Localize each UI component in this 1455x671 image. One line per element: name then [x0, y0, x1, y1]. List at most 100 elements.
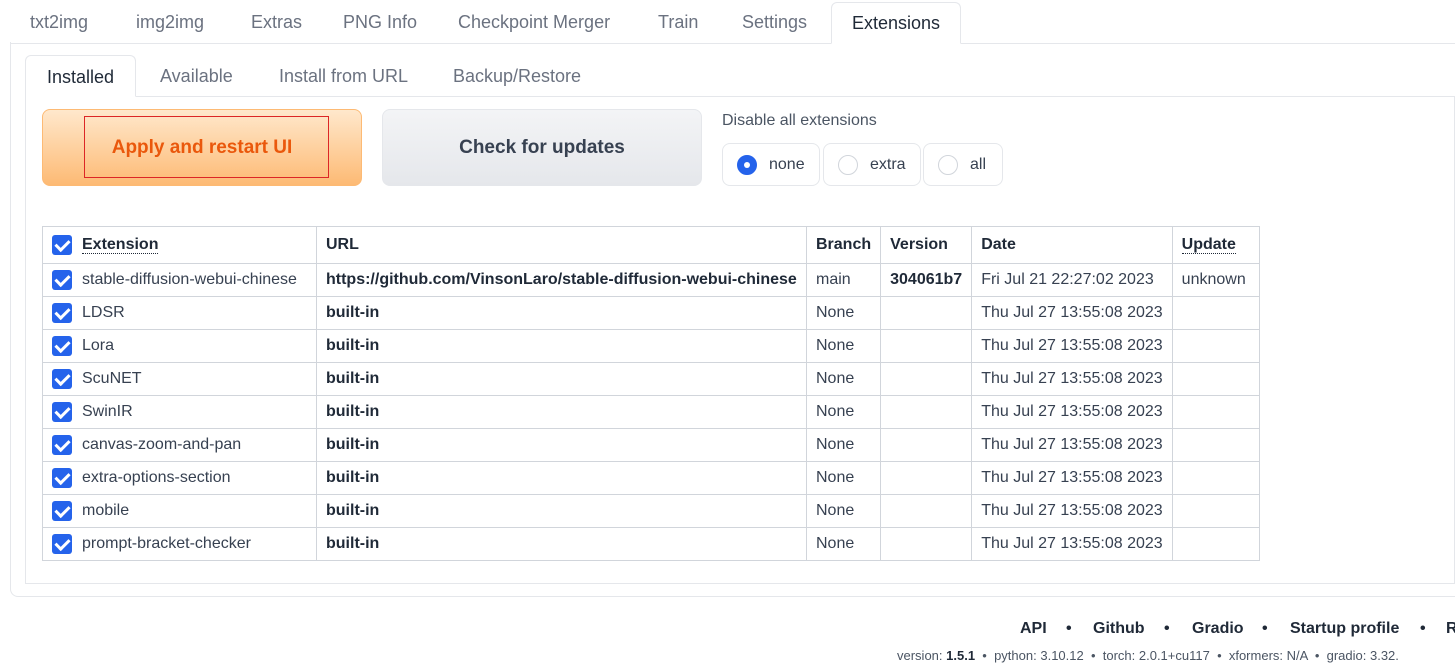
branch-cell: None [805, 461, 882, 495]
version-cell [880, 362, 973, 396]
radio-none-label: none [769, 155, 805, 173]
torch-version: torch: 2.0.1+cu117 [1102, 648, 1210, 663]
header-update-label: Update [1181, 236, 1236, 254]
header-url: URL [316, 226, 807, 264]
update-cell [1171, 362, 1260, 396]
branch-cell: None [805, 395, 882, 429]
extension-enable-checkbox[interactable] [52, 402, 72, 422]
version-cell [880, 494, 973, 528]
extension-name: canvas-zoom-and-pan [82, 436, 242, 454]
update-cell [1171, 494, 1260, 528]
date-cell: Thu Jul 27 13:55:08 2023 [971, 395, 1173, 429]
branch-cell: None [805, 362, 882, 396]
footer-separator: • [1262, 620, 1268, 637]
version-cell [880, 329, 973, 363]
footer-link-reload[interactable]: R [1446, 620, 1455, 638]
header-branch: Branch [805, 226, 882, 264]
tab-settings[interactable]: Settings [722, 2, 827, 42]
url-cell: built-in [316, 428, 807, 462]
radio-none[interactable]: none [722, 143, 820, 186]
date-cell: Thu Jul 27 13:55:08 2023 [971, 329, 1173, 363]
header-extension: Extension [42, 226, 317, 264]
apply-and-restart-button[interactable]: Apply and restart UI [42, 109, 362, 186]
table-row: stable-diffusion-webui-chinese https://gi… [42, 263, 1260, 297]
table-row: mobile built-in None Thu Jul 27 13:55:08 20… [42, 494, 1260, 528]
url-cell: built-in [316, 461, 807, 495]
tab-available[interactable]: Available [139, 55, 254, 95]
extension-name-cell: Lora [42, 329, 317, 363]
xformers-version: xformers: N/A [1228, 648, 1308, 663]
extension-enable-checkbox[interactable] [52, 270, 72, 290]
extension-name-cell: mobile [42, 494, 317, 528]
extension-enable-checkbox[interactable] [52, 336, 72, 356]
branch-cell: None [805, 296, 882, 330]
check-for-updates-button[interactable]: Check for updates [382, 109, 702, 186]
footer-link-startup-profile[interactable]: Startup profile [1290, 620, 1399, 638]
tab-extras[interactable]: Extras [231, 2, 322, 42]
extension-enable-checkbox[interactable] [52, 534, 72, 554]
tab-install-from-url[interactable]: Install from URL [258, 55, 429, 95]
header-date: Date [971, 226, 1173, 264]
version-item: version: 1.5.1 [897, 648, 976, 663]
extension-enable-checkbox[interactable] [52, 435, 72, 455]
url-cell: https://github.com/VinsonLaro/stable-dif… [316, 263, 807, 297]
extension-name: ScuNET [82, 370, 142, 388]
extension-name-cell: prompt-bracket-checker [42, 527, 317, 561]
radio-all-label: all [970, 155, 987, 173]
header-extension-label: Extension [82, 236, 159, 255]
date-cell: Fri Jul 21 22:27:02 2023 [971, 263, 1173, 297]
radio-extra[interactable]: extra [823, 143, 921, 186]
tab-backup-restore[interactable]: Backup/Restore [432, 55, 602, 95]
table-row: ScuNET built-in None Thu Jul 27 13:55:08 20… [42, 362, 1260, 396]
tab-installed[interactable]: Installed [25, 55, 137, 97]
extension-name-cell: stable-diffusion-webui-chinese [42, 263, 317, 297]
update-cell [1171, 395, 1260, 429]
tab-train[interactable]: Train [638, 2, 718, 42]
focus-outline [84, 116, 329, 178]
version-cell: 304061b7 [880, 263, 973, 297]
table-row: canvas-zoom-and-pan built-in None Thu Jul 2… [42, 428, 1260, 462]
url-cell: built-in [316, 395, 807, 429]
extension-name: prompt-bracket-checker [82, 535, 251, 553]
version-cell [880, 395, 973, 429]
extension-enable-checkbox[interactable] [52, 501, 72, 521]
tab-txt2img[interactable]: txt2img [10, 2, 108, 42]
radio-all[interactable]: all [923, 143, 1003, 186]
table-row: prompt-bracket-checker built-in None Thu Ju… [42, 527, 1260, 561]
extension-name: extra-options-section [82, 469, 231, 487]
table-row: SwinIR built-in None Thu Jul 27 13:55:08 20… [42, 395, 1260, 429]
url-cell: built-in [316, 329, 807, 363]
update-cell [1171, 461, 1260, 495]
version-cell [880, 296, 973, 330]
select-all-checkbox[interactable] [52, 235, 72, 255]
disable-all-label: Disable all extensions [722, 112, 877, 129]
extension-enable-checkbox[interactable] [52, 468, 72, 488]
extension-name-cell: LDSR [42, 296, 317, 330]
tab-img2img[interactable]: img2img [116, 2, 224, 42]
update-cell [1171, 329, 1260, 363]
extension-enable-checkbox[interactable] [52, 303, 72, 323]
tab-png-info[interactable]: PNG Info [323, 2, 437, 42]
extension-name: mobile [82, 502, 130, 520]
extension-enable-checkbox[interactable] [52, 369, 72, 389]
tab-extensions[interactable]: Extensions [831, 2, 962, 44]
date-cell: Thu Jul 27 13:55:08 2023 [971, 461, 1173, 495]
version-info: version: 1.5.1 • python: 3.10.12 • torch… [897, 648, 1399, 663]
date-cell: Thu Jul 27 13:55:08 2023 [971, 428, 1173, 462]
url-cell: built-in [316, 527, 807, 561]
date-cell: Thu Jul 27 13:55:08 2023 [971, 494, 1173, 528]
python-version: python: 3.10.12 [994, 648, 1084, 663]
footer-link-github[interactable]: Github [1093, 620, 1145, 638]
table-header-row: Extension URL Branch Version Date Update [42, 226, 1260, 264]
header-version: Version [880, 226, 973, 264]
radio-unselected-icon [838, 154, 858, 175]
footer-link-gradio[interactable]: Gradio [1192, 620, 1244, 638]
version-cell [880, 461, 973, 495]
footer-separator: • [1420, 620, 1426, 637]
tab-checkpoint-merger[interactable]: Checkpoint Merger [438, 2, 630, 42]
gradio-version: gradio: 3.32. [1326, 648, 1399, 663]
footer-link-api[interactable]: API [1020, 620, 1047, 638]
footer-separator: • [1164, 620, 1170, 637]
version-cell [880, 428, 973, 462]
table-row: extra-options-section built-in None Thu Jul… [42, 461, 1260, 495]
